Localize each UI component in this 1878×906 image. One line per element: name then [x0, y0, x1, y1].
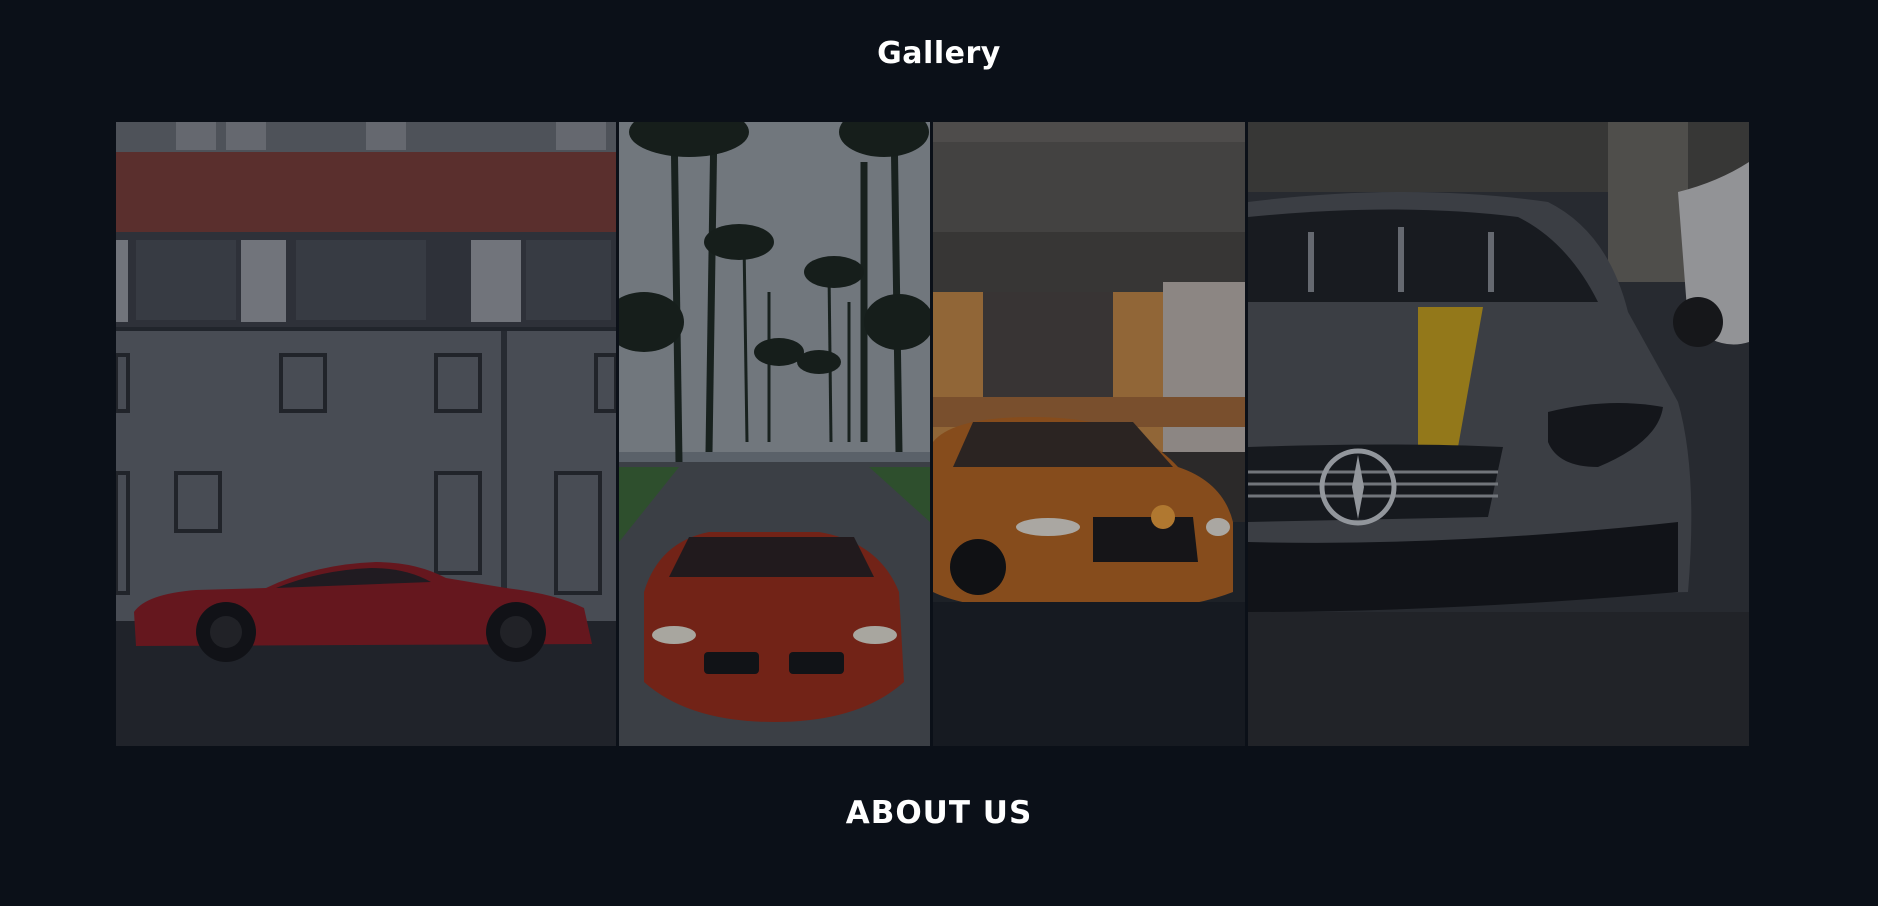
gallery-heading: Gallery: [877, 36, 1001, 71]
gallery-image-grey-mercedes[interactable]: [1248, 122, 1749, 746]
gallery-image-red-coupe[interactable]: [116, 122, 616, 746]
photo-grey-mercedes-icon: [1248, 122, 1749, 746]
photo-orange-audi-icon: [933, 122, 1245, 746]
photo-red-coupe-icon: [116, 122, 616, 746]
photo-red-bmw-icon: [619, 122, 930, 746]
gallery-image-orange-audi[interactable]: [933, 122, 1245, 746]
gallery-grid: [116, 122, 1749, 746]
gallery-image-red-bmw[interactable]: [619, 122, 930, 746]
about-us-heading: ABOUT US: [845, 795, 1033, 831]
